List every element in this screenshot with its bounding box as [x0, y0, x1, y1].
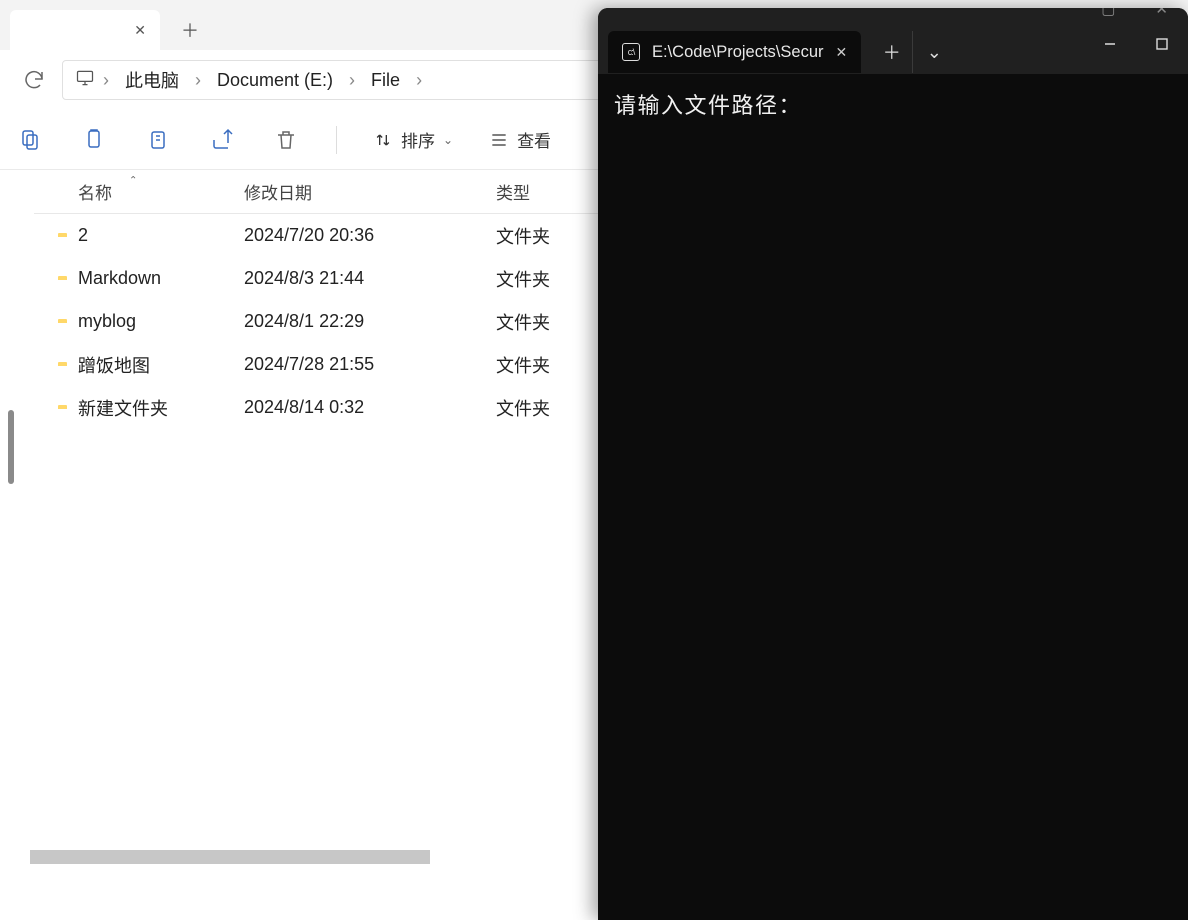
file-name: 新建文件夹 — [78, 395, 244, 421]
background-close-icon: ✕ — [1155, 8, 1168, 18]
file-date: 2024/7/20 20:36 — [244, 225, 484, 246]
terminal-window-controls — [1084, 24, 1188, 64]
share-button[interactable] — [208, 126, 236, 154]
background-window-controls: ▢ ✕ — [1101, 8, 1168, 18]
file-date: 2024/8/1 22:29 — [244, 311, 484, 332]
terminal-tabstrip: c:\ E:\Code\Projects\Secur ✕ ＋ ⌄ — [598, 8, 955, 74]
file-name: 蹭饭地图 — [78, 352, 244, 378]
file-date: 2024/8/3 21:44 — [244, 268, 484, 289]
terminal-titlebar: ▢ ✕ c:\ E:\Code\Projects\Secur ✕ ＋ ⌄ — [598, 8, 1188, 74]
column-header-name[interactable]: 名称 ⌄ — [34, 179, 244, 204]
terminal-new-tab-button[interactable]: ＋ — [871, 31, 913, 73]
chevron-right-icon: › — [345, 70, 359, 91]
chevron-right-icon: › — [191, 70, 205, 91]
column-name-label: 名称 — [78, 179, 112, 204]
close-icon[interactable]: ✕ — [836, 44, 848, 61]
refresh-button[interactable] — [20, 66, 48, 94]
file-date: 2024/8/14 0:32 — [244, 397, 484, 418]
minimize-button[interactable] — [1084, 24, 1136, 64]
explorer-tab[interactable]: ✕ — [10, 10, 160, 50]
maximize-button[interactable] — [1136, 24, 1188, 64]
terminal-tab-dropdown[interactable]: ⌄ — [913, 31, 955, 73]
terminal-window: ▢ ✕ c:\ E:\Code\Projects\Secur ✕ ＋ ⌄ 请输入… — [598, 8, 1188, 920]
chevron-down-icon: ⌄ — [443, 133, 453, 147]
horizontal-scrollbar[interactable] — [30, 850, 430, 864]
sort-indicator-icon: ⌄ — [129, 173, 137, 184]
chevron-right-icon: › — [412, 70, 426, 91]
background-maximize-icon: ▢ — [1101, 8, 1115, 18]
breadcrumb-folder[interactable]: File — [363, 66, 408, 95]
cmd-icon: c:\ — [622, 43, 640, 61]
chevron-right-icon: › — [99, 70, 113, 91]
terminal-output[interactable]: 请输入文件路径： — [598, 74, 1188, 134]
file-name: myblog — [78, 311, 244, 332]
view-button[interactable]: 查看 — [489, 127, 551, 152]
this-pc-icon — [75, 68, 95, 93]
divider — [336, 126, 337, 154]
vertical-scrollbar[interactable] — [8, 410, 14, 484]
view-label: 查看 — [517, 127, 551, 152]
file-date: 2024/7/28 21:55 — [244, 354, 484, 375]
explorer-sidebar — [0, 170, 30, 920]
file-name: 2 — [78, 225, 244, 246]
close-icon[interactable]: ✕ — [134, 22, 146, 39]
paste-button[interactable] — [144, 126, 172, 154]
cut-button[interactable] — [16, 126, 44, 154]
delete-button[interactable] — [272, 126, 300, 154]
column-header-date[interactable]: 修改日期 — [244, 179, 484, 204]
terminal-tab-title: E:\Code\Projects\Secur — [652, 43, 824, 62]
terminal-prompt-text: 请输入文件路径： — [614, 93, 802, 118]
copy-button[interactable] — [80, 126, 108, 154]
sort-button[interactable]: 排序 ⌄ — [373, 127, 453, 152]
breadcrumb-drive[interactable]: Document (E:) — [209, 66, 341, 95]
terminal-tab[interactable]: c:\ E:\Code\Projects\Secur ✕ — [608, 31, 861, 73]
new-tab-button[interactable]: ＋ — [170, 10, 210, 50]
breadcrumb-this-pc[interactable]: 此电脑 — [117, 63, 187, 97]
file-name: Markdown — [78, 268, 244, 289]
sort-label: 排序 — [401, 127, 435, 152]
